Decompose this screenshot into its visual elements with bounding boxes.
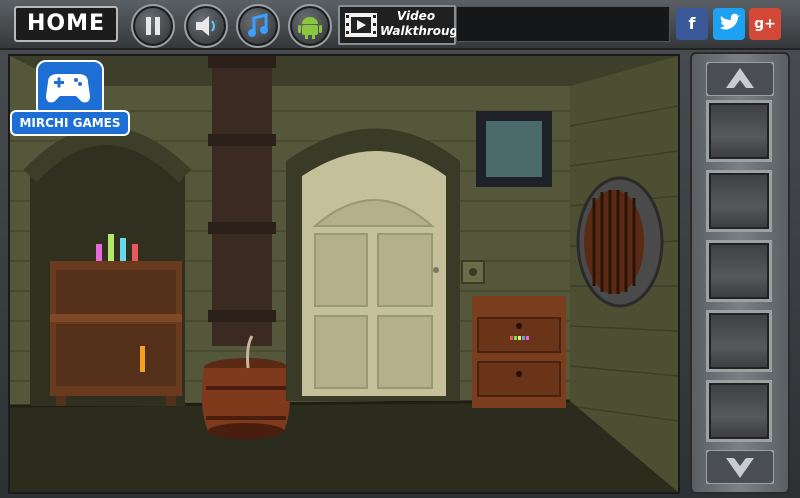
facebook-button[interactable]: f [676,8,708,40]
mirchi-games-logo[interactable]: MIRCHI GAMES [10,60,130,136]
wall-picture-frame[interactable] [476,111,552,187]
music-button[interactable] [236,4,280,48]
pause-icon [146,17,160,35]
inventory-slot-1[interactable] [706,100,772,162]
google-plus-button[interactable]: g+ [749,8,781,40]
inventory-slot-5[interactable] [706,380,772,442]
status-bar [456,6,670,42]
twitter-button[interactable] [713,8,745,40]
inventory-panel [690,52,790,494]
pipe-column [208,56,276,346]
inventory-slot-4[interactable] [706,310,772,372]
sound-button[interactable] [184,4,228,48]
game-frame: HOME Video Walkthrough f g+ MIRCHI GAMES [0,0,800,498]
android-button[interactable] [288,4,332,48]
twitter-bird-icon [720,13,741,30]
inventory-slot-2[interactable] [706,170,772,232]
arrow-down-icon[interactable] [706,450,774,484]
speaker-icon [196,16,215,36]
inventory-slot-3[interactable] [706,240,772,302]
video-label-line1: Video [396,9,436,23]
home-button[interactable]: HOME [14,6,118,42]
drawer-cabinet[interactable] [472,296,566,408]
film-icon [345,13,377,37]
candle[interactable] [140,346,145,372]
logo-text: MIRCHI GAMES [10,110,130,136]
top-toolbar: HOME Video Walkthrough f g+ [0,0,800,50]
video-label-line2: Walkthrough [380,24,467,38]
android-icon [298,17,322,39]
pause-button[interactable] [131,4,175,48]
music-note-icon [248,13,268,37]
video-walkthrough-label: Video Walkthrough [380,9,467,39]
round-barred-window[interactable] [576,176,664,308]
center-door[interactable] [286,128,460,402]
video-walkthrough-button[interactable]: Video Walkthrough [338,5,467,45]
gamepad-icon [46,74,90,103]
arrow-up-icon[interactable] [706,62,774,96]
wall-switch-panel[interactable] [461,260,485,284]
